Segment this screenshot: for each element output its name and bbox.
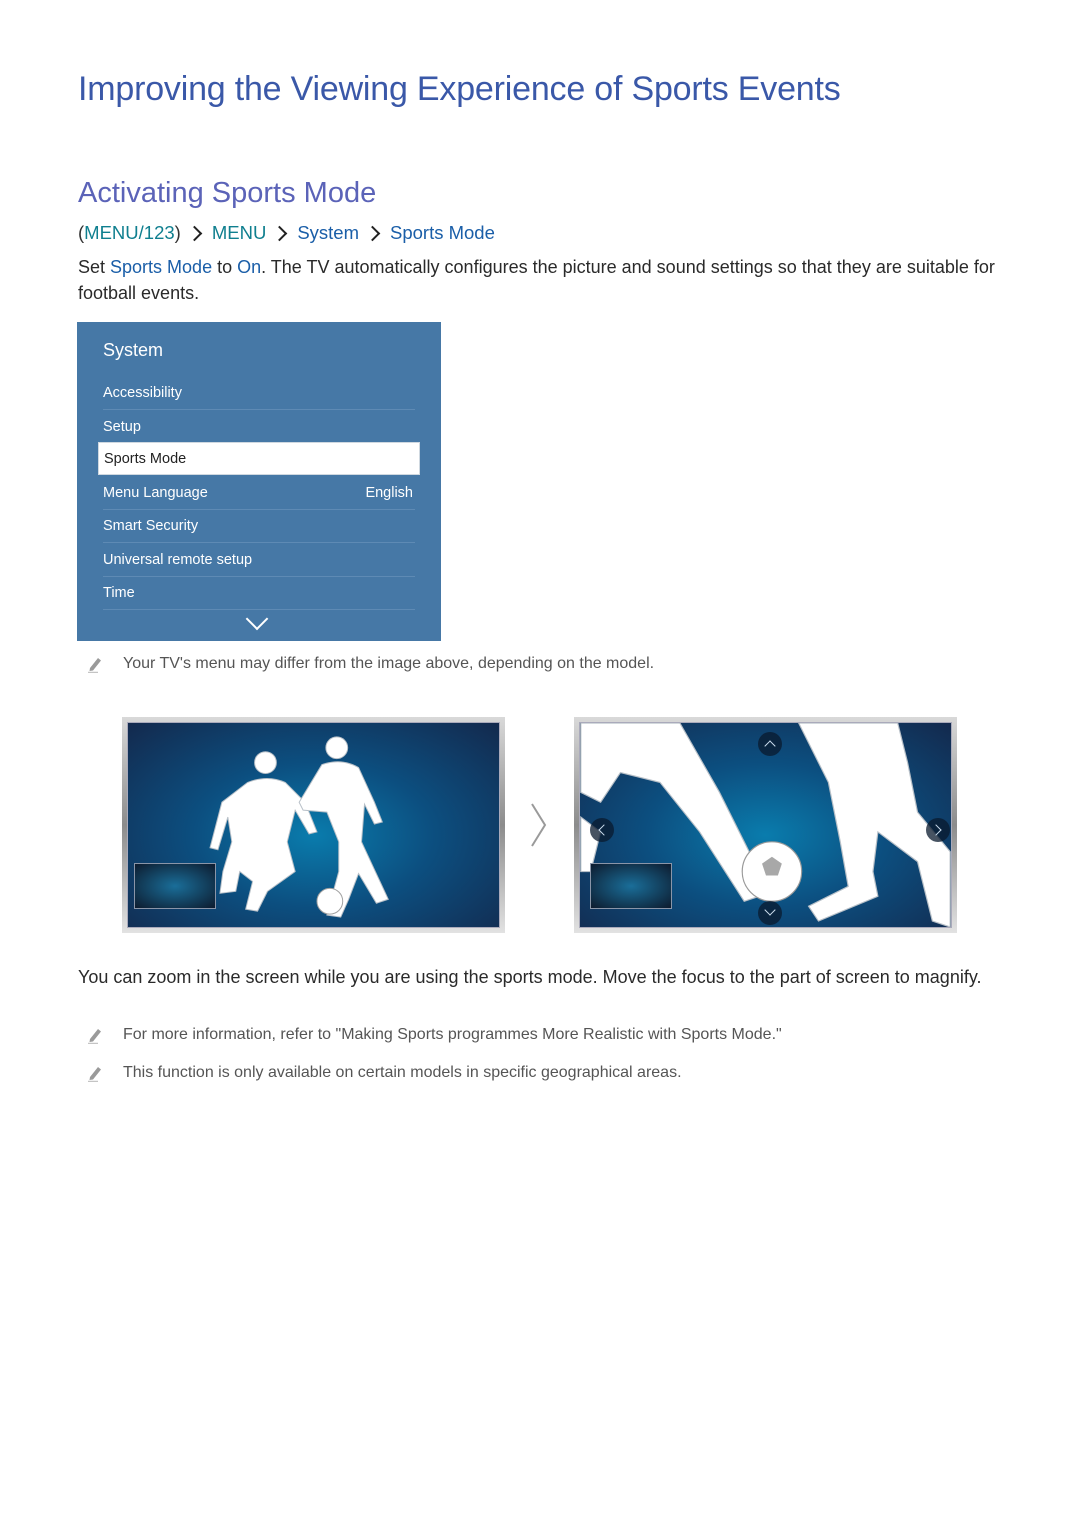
- on-value: On: [237, 257, 262, 277]
- menu-item-label: Smart Security: [103, 518, 199, 534]
- note-text: For more information, refer to "Making S…: [123, 1026, 782, 1043]
- breadcrumb-menu-123: MENU/123: [84, 222, 175, 243]
- picture-in-picture-thumbnail: [590, 863, 672, 909]
- pencil-icon: [88, 1067, 101, 1082]
- section-title: Activating Sports Mode: [78, 177, 377, 209]
- pencil-icon: [88, 1029, 101, 1044]
- intro-paragraph: Set Sports Mode to On. The TV automatica…: [78, 254, 1008, 306]
- menu-item-label: Sports Mode: [104, 450, 187, 467]
- menu-item-label: Menu Language: [103, 485, 208, 501]
- breadcrumb-paren-close: ): [174, 222, 181, 243]
- note-more-info: For more information, refer to "Making S…: [86, 1026, 782, 1044]
- pan-left-button: [590, 818, 614, 842]
- menu-item-time: Time: [103, 577, 415, 610]
- menu-item-label: Setup: [103, 418, 141, 435]
- picture-in-picture-thumbnail: [134, 863, 216, 909]
- menu-item-universal-remote-setup: Universal remote setup: [103, 544, 415, 577]
- page-title: Improving the Viewing Experience of Spor…: [78, 70, 841, 108]
- menu-item-sports-mode: Sports Mode: [98, 442, 420, 475]
- intro-text: to: [212, 257, 238, 277]
- pan-right-button: [926, 818, 950, 842]
- menu-item-setup: Setup: [103, 410, 415, 443]
- chevron-right-icon: [272, 225, 288, 241]
- note-availability: This function is only available on certa…: [86, 1064, 682, 1082]
- sports-mode-link: Sports Mode: [110, 257, 213, 277]
- zoom-paragraph: You can zoom in the screen while you are…: [78, 967, 982, 987]
- tv-screen: [579, 722, 952, 928]
- breadcrumb-sports-mode: Sports Mode: [390, 222, 495, 243]
- tv-zoomed-view-illustration: [574, 717, 957, 933]
- menu-item-label: Accessibility: [103, 385, 182, 401]
- menu-title: System: [103, 340, 164, 360]
- menu-item-value: English: [365, 485, 413, 501]
- menu-item-label: Universal remote setup: [103, 552, 253, 568]
- note-text: Your TV's menu may differ from the image…: [123, 655, 655, 672]
- breadcrumb-menu: MENU: [211, 222, 267, 243]
- note-menu-differs: Your TV's menu may differ from the image…: [86, 655, 654, 673]
- chevron-right-icon: [186, 225, 203, 241]
- breadcrumb-system: System: [297, 222, 359, 243]
- chevron-right-icon: [364, 225, 381, 241]
- menu-item-smart-security: Smart Security: [103, 510, 415, 543]
- chevron-down-icon: [245, 607, 269, 631]
- pencil-icon: [88, 658, 101, 673]
- system-menu-screenshot: System Accessibility Setup Sports Mode M…: [77, 322, 441, 641]
- note-text: This function is only available on certa…: [123, 1064, 682, 1081]
- intro-text: Set: [78, 257, 111, 277]
- tv-normal-view-illustration: [122, 717, 505, 933]
- chevron-right-icon: [531, 803, 547, 847]
- menu-item-accessibility: Accessibility: [103, 377, 415, 410]
- menu-item-menu-language: Menu Language English: [103, 477, 415, 510]
- menu-item-label: Time: [103, 585, 135, 601]
- tv-screen: [127, 722, 500, 928]
- pan-up-button: [758, 732, 782, 756]
- breadcrumb: ( MENU/123 ) MENU System Sports Mode: [78, 222, 495, 244]
- pan-down-button: [758, 901, 782, 925]
